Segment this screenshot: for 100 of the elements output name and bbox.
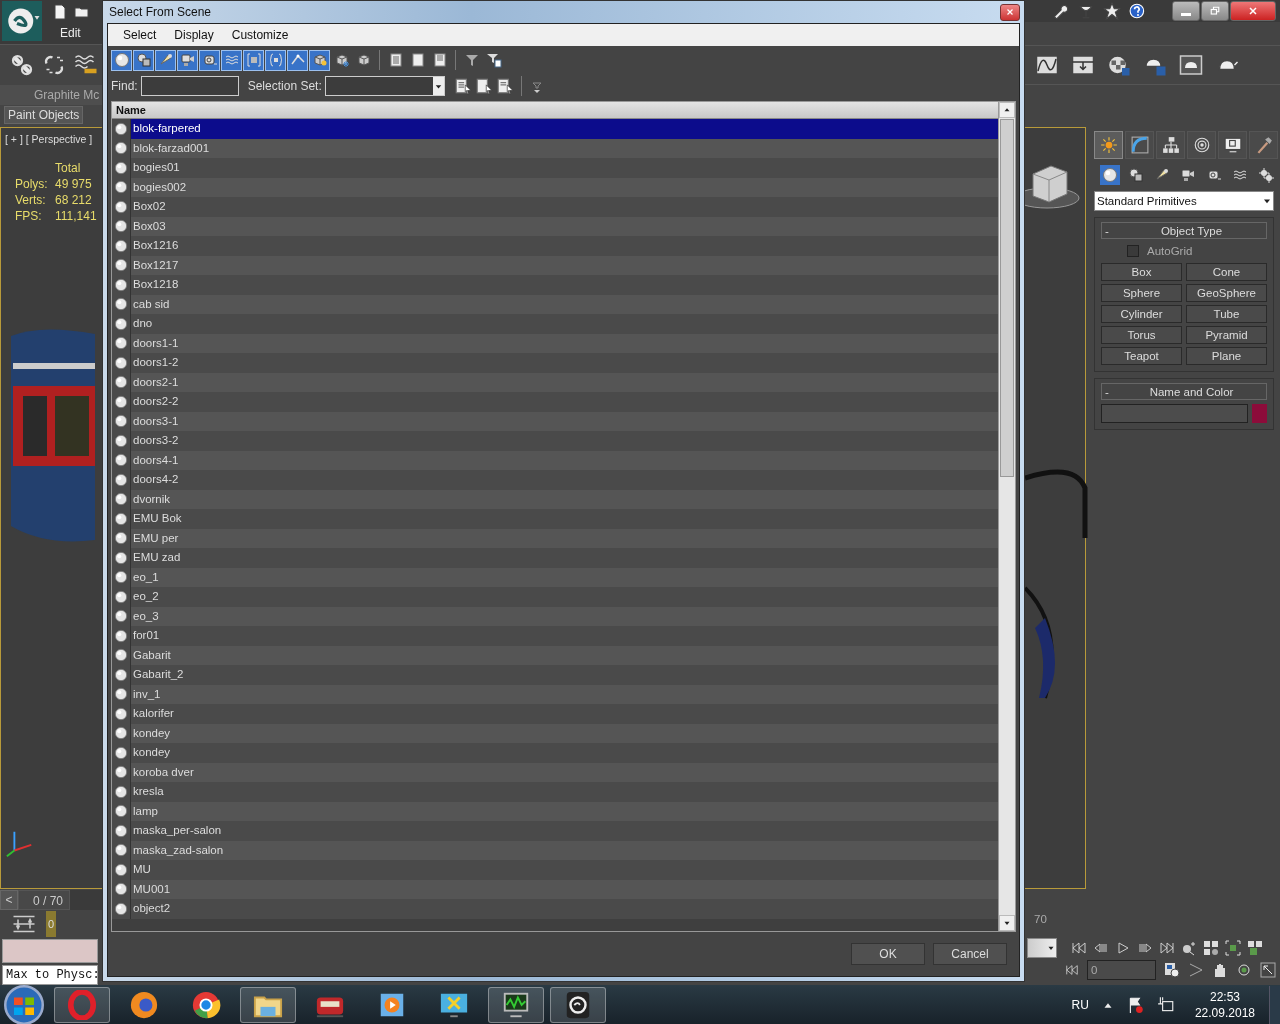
selection-set-dropdown[interactable] bbox=[324, 76, 445, 96]
minimize-button[interactable] bbox=[1172, 1, 1200, 21]
category-button[interactable] bbox=[1100, 165, 1120, 185]
diagonal-arrow-icon[interactable] bbox=[1260, 962, 1276, 978]
box-bulb-icon bbox=[311, 52, 328, 68]
list-icon[interactable] bbox=[387, 52, 404, 68]
scroll-up-button[interactable] bbox=[999, 102, 1015, 118]
ribbon-button[interactable]: Paint Objects bbox=[4, 106, 84, 124]
collapse-toggle[interactable]: - bbox=[1102, 385, 1117, 398]
primitive-button[interactable]: GeoSphere bbox=[1186, 284, 1267, 302]
orbit-icon[interactable] bbox=[1236, 962, 1252, 978]
page-icon[interactable] bbox=[409, 52, 426, 68]
frame-cube-icon[interactable] bbox=[1225, 940, 1241, 956]
filter-toggle[interactable] bbox=[287, 49, 308, 71]
filter-toggle[interactable] bbox=[243, 49, 264, 71]
taskbar-button[interactable] bbox=[550, 986, 606, 1023]
previous-frame-button[interactable]: < bbox=[0, 890, 18, 910]
collapse-toggle[interactable]: - bbox=[1102, 224, 1117, 237]
skip-start-icon[interactable] bbox=[1065, 963, 1079, 977]
star-icon[interactable] bbox=[1103, 2, 1121, 20]
clock[interactable]: 22:53 22.09.2018 bbox=[1194, 989, 1255, 1020]
magnifier-icon[interactable] bbox=[1181, 940, 1197, 956]
filter-toggle[interactable] bbox=[199, 49, 220, 71]
skip-end-icon[interactable] bbox=[1159, 940, 1175, 956]
checker-sphere-icon[interactable] bbox=[1107, 53, 1131, 77]
ok-button[interactable]: OK bbox=[851, 943, 925, 965]
language-indicator[interactable]: RU bbox=[1071, 997, 1089, 1012]
list-cursor-icon[interactable] bbox=[495, 77, 514, 95]
menu-item[interactable]: Display bbox=[167, 26, 221, 44]
time-slider-thumb[interactable]: 0 / 70 bbox=[18, 890, 70, 910]
primitive-button[interactable]: Cylinder bbox=[1101, 305, 1182, 323]
grid-magnifier-icon[interactable] bbox=[1203, 940, 1219, 956]
primitive-button[interactable]: Teapot bbox=[1101, 347, 1182, 365]
taskbar-button[interactable] bbox=[488, 986, 544, 1023]
step-forward-icon[interactable] bbox=[1137, 940, 1153, 956]
primitive-button[interactable]: Tube bbox=[1186, 305, 1267, 323]
chain-icon[interactable] bbox=[10, 53, 34, 77]
page-icon[interactable] bbox=[52, 4, 68, 20]
rollout-header[interactable]: - Name and Color bbox=[1101, 383, 1267, 400]
windows-orb-icon[interactable] bbox=[4, 984, 44, 1024]
category-button[interactable] bbox=[1256, 165, 1276, 185]
panel-tab[interactable] bbox=[1249, 131, 1278, 159]
taskbar-button[interactable] bbox=[240, 986, 296, 1023]
filter-toggle[interactable] bbox=[221, 49, 242, 71]
checkbox[interactable] bbox=[1127, 245, 1139, 257]
network-icon[interactable] bbox=[1156, 995, 1175, 1014]
filter-toggle[interactable] bbox=[177, 49, 198, 71]
menu-item[interactable]: Customize bbox=[224, 26, 296, 44]
play-icon[interactable] bbox=[1115, 940, 1131, 956]
panel-tab[interactable] bbox=[1156, 131, 1185, 159]
funnel-page-icon[interactable] bbox=[485, 52, 502, 68]
close-button[interactable] bbox=[1000, 3, 1020, 21]
list-cursor-icon[interactable] bbox=[453, 77, 472, 95]
ribbon-tab[interactable]: Graphite Mc bbox=[0, 85, 102, 105]
filter-toggle[interactable] bbox=[155, 49, 176, 71]
filter-toggle[interactable] bbox=[133, 49, 154, 71]
restore-button[interactable] bbox=[1201, 1, 1229, 21]
menu-item[interactable]: Edit bbox=[52, 20, 90, 40]
sphere-icon bbox=[114, 804, 128, 819]
macro-recorder-field[interactable] bbox=[2, 939, 98, 963]
panel-tab[interactable] bbox=[1218, 131, 1247, 159]
key-dropdown[interactable] bbox=[1027, 938, 1057, 958]
half-list-icon[interactable] bbox=[431, 52, 448, 68]
menu-item[interactable]: Select bbox=[116, 26, 164, 44]
column-header[interactable]: Name bbox=[112, 102, 998, 119]
filter-toggle[interactable] bbox=[309, 49, 330, 71]
step-back-icon[interactable] bbox=[1093, 940, 1109, 956]
script-listener-field[interactable]: Max to Physc: bbox=[2, 965, 98, 985]
clock-window-icon[interactable] bbox=[1164, 962, 1180, 978]
frame-field[interactable]: 0 bbox=[1087, 960, 1156, 980]
name-field[interactable] bbox=[1101, 404, 1248, 423]
color-swatch[interactable] bbox=[1252, 404, 1267, 423]
filter-toggle[interactable] bbox=[265, 49, 286, 71]
close-button[interactable] bbox=[1230, 1, 1276, 21]
curve-graph-icon[interactable] bbox=[1035, 53, 1059, 77]
scrollbar[interactable] bbox=[998, 102, 1015, 931]
cubes-icon[interactable] bbox=[1247, 940, 1263, 956]
skip-start-icon[interactable] bbox=[1071, 940, 1087, 956]
primitive-button[interactable]: Plane bbox=[1186, 347, 1267, 365]
primitive-button[interactable]: Cone bbox=[1186, 263, 1267, 281]
primitive-button[interactable]: Box bbox=[1101, 263, 1182, 281]
primitive-button[interactable]: Pyramid bbox=[1186, 326, 1267, 344]
primitive-button[interactable]: Torus bbox=[1101, 326, 1182, 344]
hand-icon[interactable] bbox=[1212, 962, 1228, 978]
primitives-dropdown[interactable]: Standard Primitives bbox=[1094, 191, 1274, 211]
filter-toggle[interactable] bbox=[111, 49, 132, 71]
primitive-button[interactable]: Sphere bbox=[1101, 284, 1182, 302]
rollout-header[interactable]: - Object Type bbox=[1101, 222, 1267, 239]
scroll-down-button[interactable] bbox=[999, 915, 1015, 931]
help-icon[interactable] bbox=[1129, 2, 1147, 20]
object-list-item[interactable]: blok-farpered bbox=[131, 119, 998, 139]
page-cursor-icon[interactable] bbox=[474, 77, 493, 95]
broken-chain-icon[interactable] bbox=[42, 53, 66, 77]
viewport-label[interactable]: [ + ] [ Perspective ] bbox=[5, 133, 93, 145]
teapot-frame-icon[interactable] bbox=[1179, 53, 1203, 77]
find-field[interactable] bbox=[140, 76, 239, 96]
wrench-icon[interactable] bbox=[1051, 2, 1069, 20]
cancel-button[interactable]: Cancel bbox=[933, 943, 1007, 965]
scroll-thumb[interactable] bbox=[1000, 119, 1014, 477]
panel-tab[interactable] bbox=[1187, 131, 1216, 159]
